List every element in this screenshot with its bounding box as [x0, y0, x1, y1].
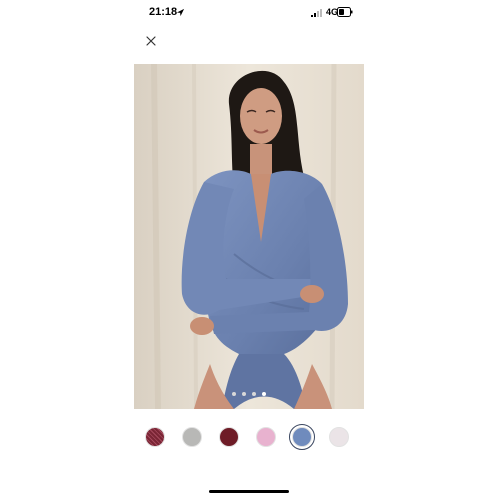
battery-icon: [337, 7, 353, 17]
swatch-5[interactable]: [289, 424, 315, 450]
color-swatches: [0, 424, 499, 453]
signal-bars-icon: [311, 9, 322, 17]
carousel-dot-1[interactable]: [232, 392, 236, 396]
swatch-3[interactable]: [219, 427, 239, 447]
product-image[interactable]: [134, 64, 364, 409]
swatch-4[interactable]: [256, 427, 276, 447]
location-arrow-icon: [176, 8, 185, 17]
home-indicator[interactable]: [209, 490, 289, 493]
carousel-dots: [0, 390, 499, 400]
carousel-dot-3[interactable]: [252, 392, 256, 396]
close-icon[interactable]: [144, 34, 158, 48]
swatch-1[interactable]: [145, 427, 165, 447]
swatch-2[interactable]: [182, 427, 202, 447]
status-time: 21:18: [149, 6, 178, 18]
swatch-6[interactable]: [329, 427, 349, 447]
carousel-dot-4[interactable]: [262, 392, 266, 396]
status-bar: 21:18 4G: [0, 0, 499, 26]
carousel-dot-2[interactable]: [242, 392, 246, 396]
